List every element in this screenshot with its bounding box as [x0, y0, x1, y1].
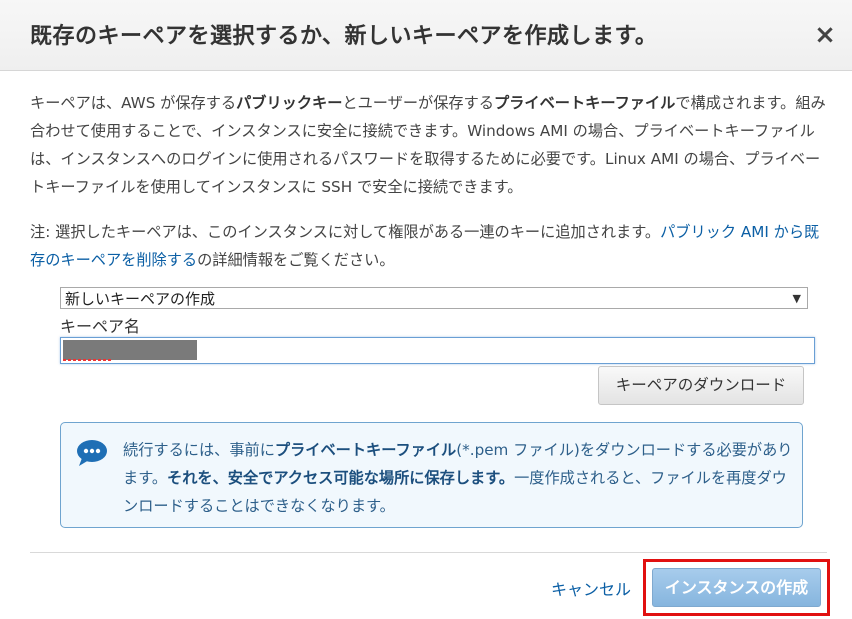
dialog-header: 既存のキーペアを選択するか、新しいキーペアを作成します。 × [0, 0, 852, 71]
chat-bubble-icon [77, 440, 107, 466]
info-text: 続行するには、事前にプライベートキーファイル(*.pem ファイル)をダウンロー… [123, 436, 793, 520]
intro-paragraph: キーペアは、AWS が保存するパブリックキーとユーザーが保存するプライベートキー… [30, 89, 830, 201]
download-keypair-button[interactable]: キーペアのダウンロード [598, 366, 804, 405]
info-bold-save-securely: それを、安全でアクセス可能な場所に保存します。 [167, 469, 515, 487]
intro-text-2: とユーザーが保存する [342, 94, 494, 112]
create-instance-button[interactable]: インスタンスの作成 [652, 568, 821, 607]
intro-bold-private-key-file: プライベートキーファイル [494, 94, 676, 112]
highlight-box: インスタンスの作成 [643, 559, 830, 616]
intro-text-1: キーペアは、AWS が保存する [30, 94, 237, 112]
cancel-button[interactable]: キャンセル [551, 576, 631, 600]
note-prefix: 注: 選択したキーペアは、このインスタンスに対して権限がある一連のキーに追加され… [30, 223, 661, 241]
footer-divider [30, 552, 827, 553]
note-suffix: の詳細情報をご覧ください。 [197, 251, 395, 269]
redacted-value [63, 340, 197, 360]
note-paragraph: 注: 選択したキーペアは、このインスタンスに対して権限がある一連のキーに追加され… [30, 218, 830, 274]
keypair-select-value: 新しいキーペアの作成 [65, 290, 216, 308]
keypair-name-input[interactable] [60, 337, 815, 364]
info-box: 続行するには、事前にプライベートキーファイル(*.pem ファイル)をダウンロー… [60, 422, 803, 528]
spellcheck-underline [63, 359, 113, 361]
keypair-select[interactable]: 新しいキーペアの作成 ▼ [60, 287, 808, 309]
dialog-title: 既存のキーペアを選択するか、新しいキーペアを作成します。 [30, 24, 658, 49]
info-bold-private-key-file: プライベートキーファイル [274, 441, 457, 459]
intro-bold-public-key: パブリックキー [236, 94, 343, 112]
info-text-1: 続行するには、事前に [123, 441, 275, 459]
keypair-name-label: キーペア名 [60, 317, 141, 336]
dropdown-arrow-icon: ▼ [792, 292, 801, 305]
close-icon[interactable]: × [812, 22, 838, 48]
